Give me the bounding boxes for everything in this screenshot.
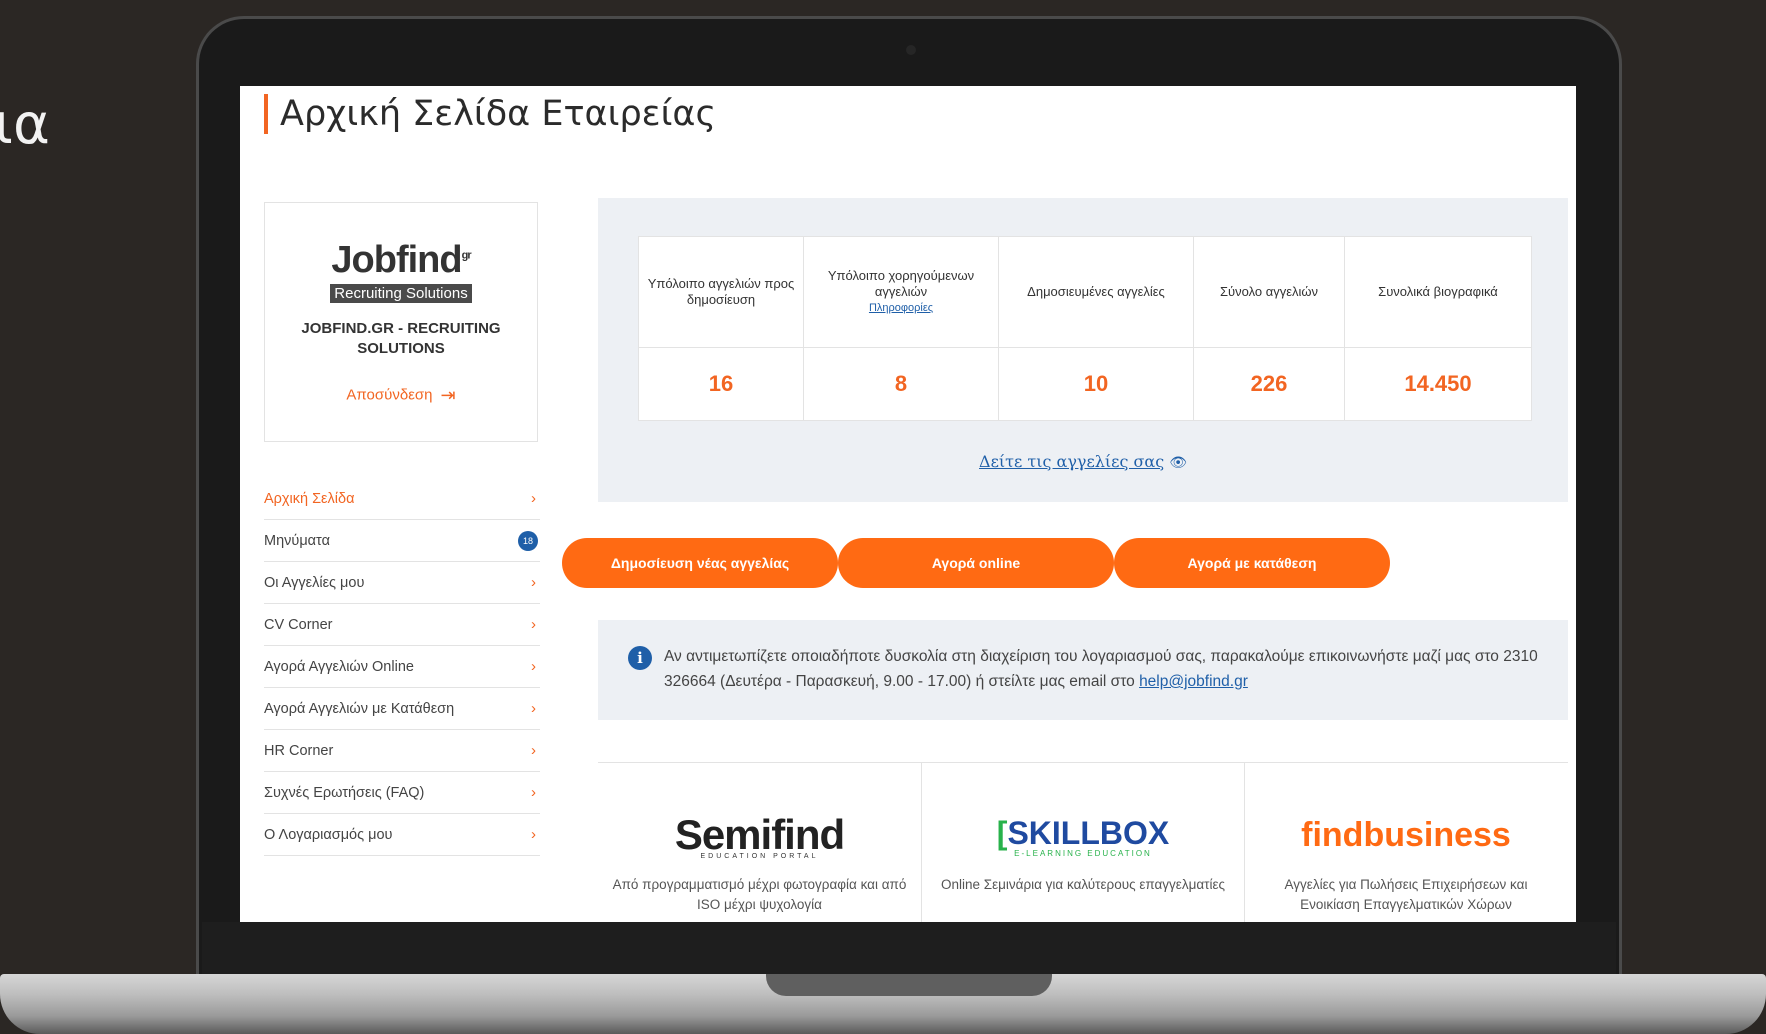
view-ads-link[interactable]: Δείτε τις αγγελίες σας 👁 — [598, 452, 1568, 471]
camera-icon — [906, 45, 916, 55]
logout-arrow-icon: ⇥ — [440, 385, 456, 405]
chevron-right-icon: › — [531, 826, 536, 843]
stat-header-published: Δημοσιευμένες αγγελίες — [998, 236, 1194, 348]
laptop-notch — [766, 974, 1052, 996]
messages-count-badge: 18 — [518, 530, 538, 551]
publish-ad-button[interactable]: Δημοσίευση νέας αγγελίας — [562, 538, 838, 588]
buy-deposit-button[interactable]: Αγορά με κατάθεση — [1114, 538, 1390, 588]
buy-online-button[interactable]: Αγορά online — [838, 538, 1114, 588]
stat-header-remaining: Υπόλοιπο αγγελιών προς δημοσίευση — [638, 236, 804, 348]
sidebar-item-home[interactable]: Αρχική Σελίδα › — [264, 478, 540, 520]
eye-icon: 👁 — [1169, 455, 1187, 471]
laptop-screen: Αρχική Σελίδα Εταιρείας Jobfindgr Recrui… — [240, 86, 1576, 922]
stat-value-total: 226 — [1193, 347, 1345, 421]
sidebar-item-hr-corner[interactable]: HR Corner › — [264, 730, 540, 772]
jobfind-logo: Jobfindgr — [331, 239, 471, 281]
laptop-bezel — [202, 922, 1616, 980]
partner-description: Αγγελίες για Πωλήσεις Επιχειρήσεων και Ε… — [1284, 877, 1528, 912]
partner-findbusiness[interactable]: findbusiness Αγγελίες για Πωλήσεις Επιχε… — [1244, 763, 1567, 922]
chevron-right-icon: › — [531, 700, 536, 717]
semifind-logo: Semifind EDUCATION PORTAL — [674, 811, 845, 860]
stat-value-cvs: 14.450 — [1344, 347, 1532, 421]
logout-label: Αποσύνδεση — [346, 386, 433, 404]
sidebar-item-my-ads[interactable]: Οι Αγγελίες μου › — [264, 562, 540, 604]
info-text: Αν αντιμετωπίζετε οποιαδήποτε δυσκολία σ… — [664, 648, 1538, 690]
logo-tagline: Recruiting Solutions — [330, 284, 472, 303]
background-heading-fragment: ια — [0, 92, 50, 157]
stats-panel: Υπόλοιπο αγγελιών προς δημοσίευση Υπόλοι… — [598, 198, 1568, 502]
stat-value-sponsored: 8 — [803, 347, 999, 421]
info-box: i Αν αντιμετωπίζετε οποιαδήποτε δυσκολία… — [598, 620, 1568, 720]
chevron-right-icon: › — [531, 616, 536, 633]
info-icon: i — [628, 646, 652, 670]
stat-value-remaining: 16 — [638, 347, 804, 421]
stat-header-cvs: Συνολικά βιογραφικά — [1344, 236, 1532, 348]
chevron-right-icon: › — [531, 490, 536, 507]
skillbox-logo: [SKILLBOX E-LEARNING EDUCATION — [996, 815, 1170, 858]
sidebar-item-messages[interactable]: Μηνύματα 18 — [264, 520, 540, 562]
company-card: Jobfindgr Recruiting Solutions JOBFIND.G… — [264, 202, 538, 442]
partner-sites: Semifind EDUCATION PORTAL Από προγραμματ… — [598, 762, 1568, 922]
sidebar-item-buy-online[interactable]: Αγορά Αγγελιών Online › — [264, 646, 540, 688]
partner-description: Από προγραμματισμό μέχρι φωτογραφία και … — [612, 877, 907, 912]
findbusiness-logo: findbusiness — [1301, 816, 1511, 854]
chevron-right-icon: › — [531, 742, 536, 759]
sidebar-item-account[interactable]: Ο Λογαριασμός μου › — [264, 814, 540, 856]
sidebar-item-buy-deposit[interactable]: Αγορά Αγγελιών με Κατάθεση › — [264, 688, 540, 730]
stat-header-sponsored: Υπόλοιπο χορηγούμενων αγγελιών Πληροφορίε… — [803, 236, 999, 348]
chevron-right-icon: › — [531, 658, 536, 675]
sidebar-item-cv-corner[interactable]: CV Corner › — [264, 604, 540, 646]
chevron-right-icon: › — [531, 574, 536, 591]
page-title: Αρχική Σελίδα Εταιρείας — [264, 94, 716, 134]
chevron-right-icon: › — [531, 784, 536, 801]
stats-table: Υπόλοιπο αγγελιών προς δημοσίευση Υπόλοι… — [638, 236, 1532, 421]
stat-value-published: 10 — [998, 347, 1194, 421]
logout-link[interactable]: Αποσύνδεση ⇥ — [265, 385, 537, 406]
info-link[interactable]: Πληροφορίες — [812, 300, 990, 316]
partner-description: Online Σεμινάρια για καλύτερους επαγγελμ… — [940, 877, 1226, 892]
stat-header-total: Σύνολο αγγελιών — [1193, 236, 1345, 348]
support-email-link[interactable]: help@jobfind.gr — [1139, 673, 1248, 690]
sidebar-item-faq[interactable]: Συχνές Ερωτήσεις (FAQ) › — [264, 772, 540, 814]
sidebar-nav: Αρχική Σελίδα › Μηνύματα 18 Οι Αγγελίες … — [264, 478, 540, 856]
company-name: JOBFIND.GR - RECRUITING SOLUTIONS — [301, 320, 501, 357]
partner-skillbox[interactable]: [SKILLBOX E-LEARNING EDUCATION Online Σε… — [921, 763, 1244, 922]
partner-semifind[interactable]: Semifind EDUCATION PORTAL Από προγραμματ… — [598, 763, 921, 922]
